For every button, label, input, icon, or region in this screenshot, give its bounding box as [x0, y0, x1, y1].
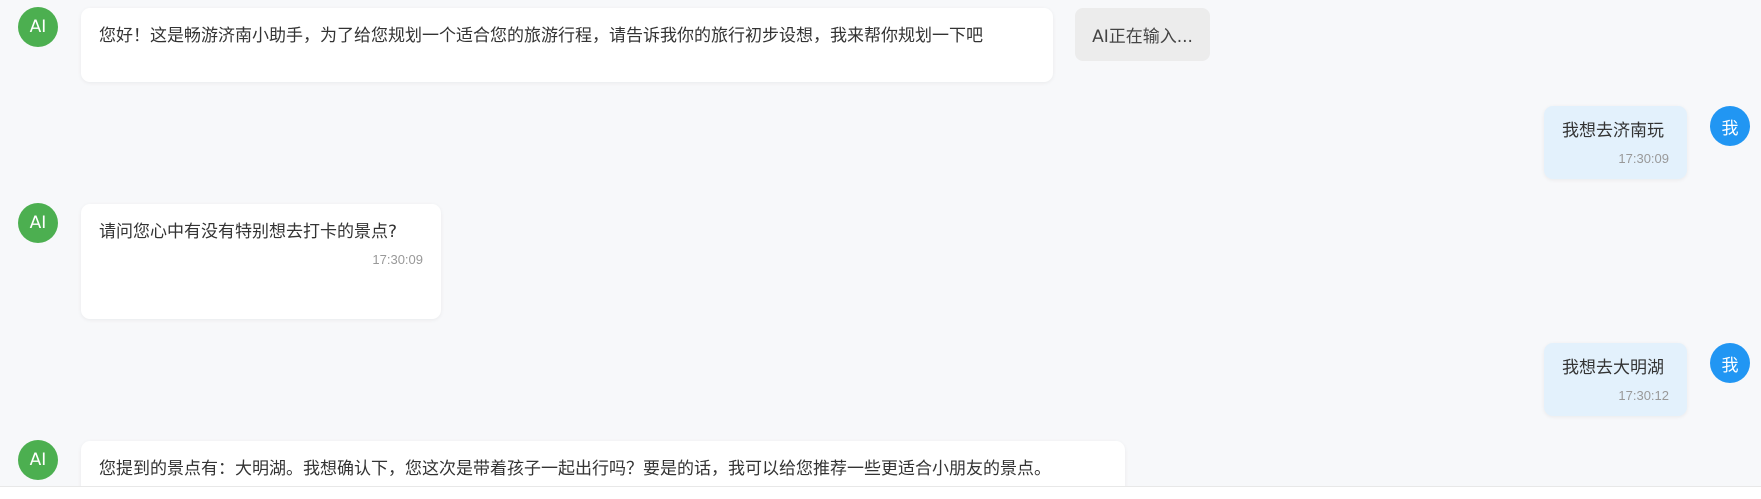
user-message-bubble: 我想去济南玩 17:30:09	[1544, 106, 1687, 179]
message-timestamp: 17:30:09	[372, 251, 423, 267]
typing-indicator: AI正在输入...	[1075, 8, 1210, 61]
ai-message-bubble: 您提到的景点有：大明湖。我想确认下，您这次是带着孩子一起出行吗？要是的话，我可以…	[81, 441, 1125, 486]
ai-avatar: AI	[18, 7, 58, 47]
user-avatar: 我	[1710, 106, 1750, 146]
ai-message-bubble: 您好！这是畅游济南小助手，为了给您规划一个适合您的旅游行程，请告诉我你的旅行初步…	[81, 8, 1053, 82]
message-text: 我想去济南玩	[1562, 121, 1664, 141]
ai-avatar: AI	[18, 440, 58, 480]
message-text: 您好！这是畅游济南小助手，为了给您规划一个适合您的旅游行程，请告诉我你的旅行初步…	[99, 26, 983, 46]
message-timestamp: 17:30:12	[1618, 387, 1669, 403]
ai-message-bubble: 请问您心中有没有特别想去打卡的景点? 17:30:09	[81, 204, 441, 319]
chat-message-list[interactable]: AI 您好！这是畅游济南小助手，为了给您规划一个适合您的旅游行程，请告诉我你的旅…	[0, 0, 1761, 486]
input-area-edge	[0, 486, 1761, 499]
user-avatar: 我	[1710, 343, 1750, 383]
message-timestamp: 17:30:09	[1618, 150, 1669, 166]
message-text: 请问您心中有没有特别想去打卡的景点?	[99, 222, 398, 242]
message-text: 您提到的景点有：大明湖。我想确认下，您这次是带着孩子一起出行吗？要是的话，我可以…	[99, 459, 1051, 479]
message-text: 我想去大明湖	[1562, 358, 1664, 378]
user-message-bubble: 我想去大明湖 17:30:12	[1544, 343, 1687, 416]
ai-avatar: AI	[18, 203, 58, 243]
